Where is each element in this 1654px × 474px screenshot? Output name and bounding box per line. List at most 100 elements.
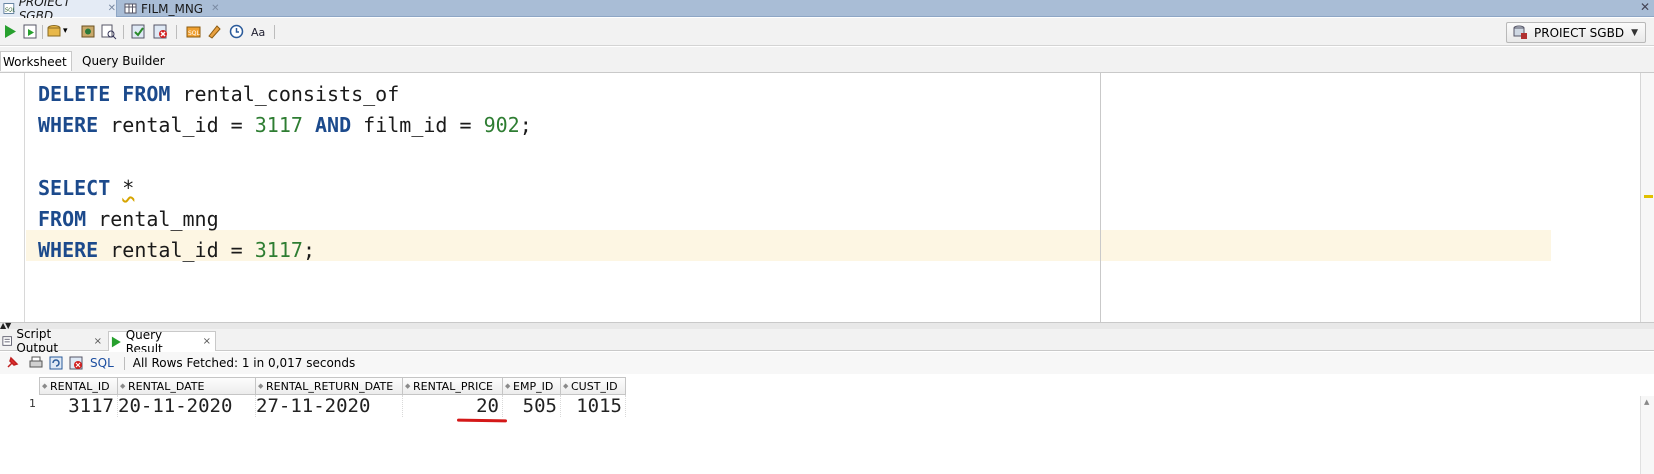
window-close-icon[interactable]: ✕ bbox=[1640, 0, 1650, 14]
sql-worksheet-icon: SQL bbox=[3, 3, 15, 14]
column-header-label: RENTAL_RETURN_DATE bbox=[266, 379, 394, 393]
table-cell[interactable]: 20 bbox=[403, 395, 503, 417]
toolbar-separator bbox=[123, 356, 125, 370]
red-underline-annotation bbox=[456, 418, 508, 423]
table-cell[interactable]: 20-11-2020 bbox=[118, 395, 256, 417]
sort-icon: ◆ bbox=[405, 382, 411, 390]
autotrace-icon[interactable] bbox=[130, 23, 147, 40]
script-output-icon bbox=[2, 336, 12, 346]
column-header[interactable]: ◆ EMP_ID bbox=[503, 377, 561, 395]
code-line[interactable]: DELETE FROM rental_consists_of bbox=[38, 79, 532, 110]
sort-icon: ◆ bbox=[563, 382, 569, 390]
clear-icon[interactable] bbox=[206, 23, 223, 40]
sql-tuning-icon[interactable]: SQL bbox=[185, 23, 202, 40]
editor-tab-bar: Worksheet Query Builder bbox=[0, 47, 1654, 72]
document-tab-film-mng[interactable]: FILM_MNG ✕ bbox=[121, 0, 221, 17]
sql-number: 902 bbox=[483, 113, 520, 138]
column-header[interactable]: ◆ CUST_ID bbox=[561, 377, 626, 395]
worksheet-toolbar: ▾ SQL Aa PROIECT SGBD ▼ bbox=[0, 18, 1654, 46]
close-tab-icon[interactable]: × bbox=[203, 336, 211, 347]
result-grid[interactable]: ◆ RENTAL_ID ◆ RENTAL_DATE ◆ RENTAL_RETURN_D… bbox=[0, 376, 1654, 474]
refresh-icon[interactable] bbox=[48, 355, 64, 371]
sort-icon: ◆ bbox=[42, 382, 48, 390]
column-header-label: RENTAL_PRICE bbox=[413, 379, 493, 393]
run-icon bbox=[111, 336, 121, 347]
dropdown-arrow-icon[interactable]: ▾ bbox=[63, 26, 80, 43]
close-tab-icon[interactable]: ✕ bbox=[211, 3, 219, 14]
svg-text:Aa: Aa bbox=[251, 26, 265, 39]
svg-text:SQL: SQL bbox=[5, 8, 15, 14]
sql-token: rental_id = bbox=[98, 113, 255, 138]
code-line[interactable]: WHERE rental_id = 3117 AND film_id = 902… bbox=[38, 110, 532, 141]
fetch-status: All Rows Fetched: 1 in 0,017 seconds bbox=[132, 356, 356, 370]
grid-header: ◆ RENTAL_ID ◆ RENTAL_DATE ◆ RENTAL_RETURN_D… bbox=[39, 377, 626, 395]
print-icon[interactable] bbox=[28, 355, 44, 371]
column-header[interactable]: ◆ RENTAL_ID bbox=[39, 377, 118, 395]
tab-script-output[interactable]: Script Output × bbox=[0, 327, 106, 355]
results-toolbar: SQL All Rows Fetched: 1 in 0,017 seconds bbox=[0, 352, 1654, 374]
cancel-icon[interactable] bbox=[152, 23, 169, 40]
sql-number: 3117 bbox=[254, 238, 303, 263]
run-script-icon[interactable] bbox=[22, 23, 39, 40]
sql-token: rental_mng bbox=[86, 207, 219, 232]
sql-keyword: DELETE bbox=[38, 82, 111, 106]
sql-keyword: SELECT bbox=[38, 175, 111, 200]
document-tab-proiect-sgbd[interactable]: SQL PROIECT SGBD ✕ bbox=[0, 0, 117, 23]
grid-scrollbar[interactable]: ▲ bbox=[1640, 396, 1654, 474]
column-header-label: EMP_ID bbox=[513, 379, 554, 393]
sql-token: rental_id = bbox=[98, 238, 255, 263]
commit-icon[interactable] bbox=[46, 23, 63, 40]
tab-query-result[interactable]: Query Result × bbox=[108, 328, 216, 356]
table-cell[interactable]: 27-11-2020 bbox=[256, 395, 403, 417]
tab-query-builder[interactable]: Query Builder bbox=[80, 51, 170, 71]
document-tab-bar: SQL PROIECT SGBD ✕ FILM_MNG ✕ ✕ bbox=[0, 0, 1654, 23]
tab-label: Script Output bbox=[16, 327, 59, 355]
column-header[interactable]: ◆ RENTAL_DATE bbox=[118, 377, 256, 395]
run-statement-icon[interactable] bbox=[2, 23, 19, 40]
sql-token: film_id = bbox=[351, 113, 484, 138]
table-row[interactable]: 3117 20-11-2020 27-11-2020 20 505 1015 bbox=[39, 395, 626, 417]
column-header-label: CUST_ID bbox=[571, 379, 618, 393]
table-cell[interactable]: 3117 bbox=[39, 395, 118, 417]
sql-keyword: FROM bbox=[122, 82, 171, 106]
warning-marker bbox=[1644, 195, 1653, 198]
tab-worksheet[interactable]: Worksheet bbox=[0, 51, 72, 71]
panel-splitter[interactable]: ▲▼ bbox=[0, 321, 1654, 330]
sort-icon: ◆ bbox=[505, 382, 511, 390]
rollback-icon[interactable] bbox=[80, 23, 97, 40]
sql-link[interactable]: SQL bbox=[90, 356, 114, 370]
history-icon[interactable] bbox=[228, 23, 245, 40]
table-cell[interactable]: 1015 bbox=[561, 395, 626, 417]
editor-scrollbar[interactable] bbox=[1640, 73, 1654, 323]
column-header[interactable]: ◆ RENTAL_RETURN_DATE bbox=[256, 377, 403, 395]
sql-number: 3117 bbox=[254, 113, 303, 138]
sql-code[interactable]: DELETE FROM rental_consists_of WHERE rent… bbox=[38, 79, 532, 267]
column-header-label: RENTAL_DATE bbox=[128, 379, 205, 393]
sql-keyword: WHERE bbox=[38, 113, 99, 138]
sql-token: ; bbox=[302, 238, 315, 263]
code-line[interactable]: WHERE rental_id = 3117; bbox=[38, 235, 532, 266]
code-line[interactable]: FROM rental_mng bbox=[38, 204, 532, 235]
connection-selector[interactable]: PROIECT SGBD ▼ bbox=[1506, 22, 1646, 43]
sql-keyword: AND bbox=[314, 113, 352, 138]
sort-icon: ◆ bbox=[258, 382, 264, 390]
close-tab-icon[interactable]: × bbox=[94, 336, 102, 347]
column-header[interactable]: ◆ RENTAL_PRICE bbox=[403, 377, 503, 395]
database-icon bbox=[1513, 25, 1527, 39]
results-tab-bar: Script Output × Query Result × bbox=[0, 327, 1654, 356]
cancel-query-icon[interactable] bbox=[68, 355, 84, 371]
code-line[interactable] bbox=[38, 142, 532, 173]
line-gutter bbox=[0, 73, 25, 323]
scroll-up-icon[interactable]: ▲ bbox=[1644, 398, 1649, 406]
table-cell[interactable]: 505 bbox=[503, 395, 561, 417]
format-icon[interactable]: Aa bbox=[250, 23, 267, 40]
pin-icon[interactable] bbox=[4, 355, 20, 371]
sql-editor[interactable]: DELETE FROM rental_consists_of WHERE rent… bbox=[0, 72, 1654, 323]
sql-token: * bbox=[122, 175, 135, 200]
code-line[interactable]: SELECT * bbox=[38, 173, 532, 204]
sort-icon: ◆ bbox=[120, 382, 126, 390]
close-tab-icon[interactable]: ✕ bbox=[108, 3, 116, 14]
explain-plan-icon[interactable] bbox=[100, 23, 117, 40]
